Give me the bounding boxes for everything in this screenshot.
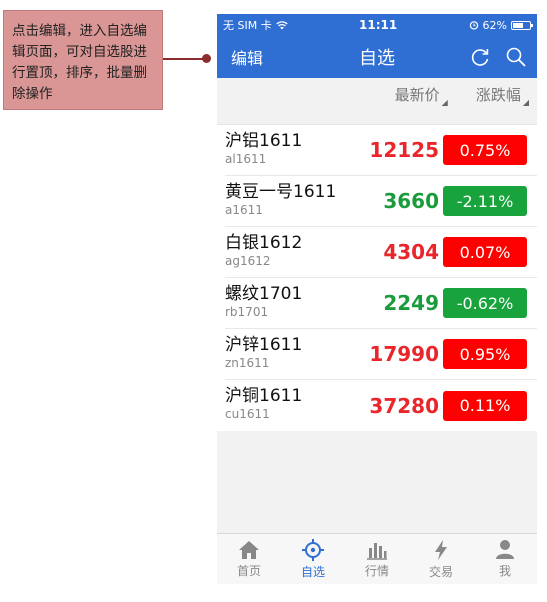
edit-button[interactable]: 编辑 <box>231 45 263 69</box>
tab-label: 行情 <box>364 563 389 578</box>
callout-dot <box>202 54 211 63</box>
instrument-code: zn1611 <box>225 356 270 370</box>
sort-triangle-icon: ◢ <box>441 97 448 107</box>
person-icon <box>496 540 514 559</box>
instrument-name: 黄豆一号1611 <box>225 182 337 202</box>
search-icon[interactable] <box>505 46 527 68</box>
latest-price: 12125 <box>369 138 439 162</box>
annotation-callout: 点击编辑，进入自选编辑页面，可对自选股进行置顶，排序，批量删除操作 <box>3 10 163 110</box>
column-header: 最新价 ◢ 涨跌幅 ◢ <box>217 78 537 112</box>
bar-chart-icon <box>367 542 387 560</box>
instrument-name: 沪铜1611 <box>225 386 303 406</box>
tab-bar: 首页 自选 行情 交易 我 <box>217 533 537 584</box>
latest-price: 4304 <box>383 240 439 264</box>
sort-triangle-icon: ◢ <box>522 97 529 107</box>
latest-price: 17990 <box>369 342 439 366</box>
latest-price: 2249 <box>383 291 439 315</box>
phone-screen: 无 SIM 卡 11:11 62% 编辑 自选 最新价 ◢ 涨跌幅 ◢ 沪铝16… <box>217 14 537 584</box>
instrument-name: 螺纹1701 <box>225 284 303 304</box>
tab-watchlist[interactable]: 自选 <box>281 534 345 584</box>
clock: 11:11 <box>359 18 398 32</box>
instrument-name: 沪铝1611 <box>225 131 303 151</box>
instrument-code: ag1612 <box>225 254 271 268</box>
instrument-code: cu1611 <box>225 407 270 421</box>
list-item[interactable]: 沪锌1611 zn1611 17990 0.95% <box>225 329 537 380</box>
list-item[interactable]: 黄豆一号1611 a1611 3660 -2.11% <box>225 176 537 227</box>
status-bar: 无 SIM 卡 11:11 62% <box>217 14 537 36</box>
list-item[interactable]: 螺纹1701 rb1701 2249 -0.62% <box>225 278 537 329</box>
tab-label: 我 <box>498 564 511 578</box>
refresh-icon[interactable] <box>469 46 491 68</box>
wifi-icon <box>276 20 288 29</box>
tab-label: 首页 <box>236 563 261 578</box>
lightning-icon <box>435 539 447 560</box>
battery-percent: 62% <box>482 18 507 32</box>
instrument-code: rb1701 <box>225 305 269 319</box>
latest-price-label: 最新价 <box>394 85 440 104</box>
instrument-code: al1611 <box>225 152 267 166</box>
list-item[interactable]: 白银1612 ag1612 4304 0.07% <box>225 227 537 278</box>
change-pct-label: 涨跌幅 <box>475 85 521 104</box>
instrument-name: 白银1612 <box>225 233 303 253</box>
change-badge[interactable]: 0.95% <box>443 339 527 369</box>
callout-text: 点击编辑，进入自选编辑页面，可对自选股进行置顶，排序，批量删除操作 <box>12 23 147 102</box>
crosshair-icon <box>302 538 324 561</box>
tab-label: 自选 <box>300 564 325 579</box>
list-item[interactable]: 沪铜1611 cu1611 37280 0.11% <box>225 380 537 431</box>
carrier-label: 无 SIM 卡 <box>223 19 272 32</box>
tab-me[interactable]: 我 <box>473 534 537 584</box>
tab-market[interactable]: 行情 <box>345 534 409 584</box>
instrument-name: 沪锌1611 <box>225 335 303 355</box>
callout-connector <box>163 58 207 60</box>
tab-trade[interactable]: 交易 <box>409 534 473 584</box>
change-badge[interactable]: 0.75% <box>443 135 527 165</box>
change-badge[interactable]: -2.11% <box>443 186 527 216</box>
change-badge[interactable]: -0.62% <box>443 288 527 318</box>
sort-latest-price[interactable]: 最新价 ◢ <box>395 84 448 107</box>
tab-label: 交易 <box>428 564 453 579</box>
home-icon <box>239 540 259 559</box>
list-item[interactable]: 沪铝1611 al1611 12125 0.75% <box>225 125 537 176</box>
battery-icon <box>511 20 533 30</box>
instrument-code: a1611 <box>225 203 263 217</box>
sort-change-pct[interactable]: 涨跌幅 ◢ <box>476 84 529 107</box>
watchlist: 沪铝1611 al1611 12125 0.75% 黄豆一号1611 a1611… <box>217 124 537 431</box>
nav-bar: 编辑 自选 <box>217 36 537 78</box>
latest-price: 3660 <box>383 189 439 213</box>
alarm-icon <box>469 21 478 30</box>
latest-price: 37280 <box>369 393 439 418</box>
change-badge[interactable]: 0.07% <box>443 237 527 267</box>
tab-home[interactable]: 首页 <box>217 534 281 584</box>
change-badge[interactable]: 0.11% <box>443 390 527 421</box>
